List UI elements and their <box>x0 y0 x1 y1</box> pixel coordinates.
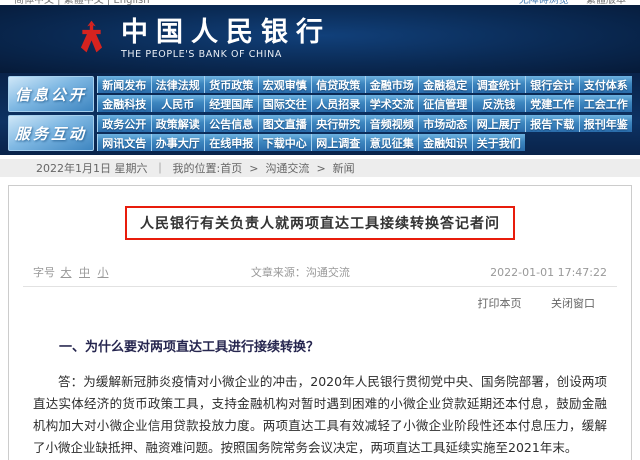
nav-item[interactable]: 关于我们 <box>472 134 526 151</box>
nav-section-services: 服务互动 政务公开政策解读公告信息图文直播央行研究音频视频市场动态网上展厅报告下… <box>8 115 632 151</box>
site-title-en: THE PEOPLE'S BANK OF CHINA <box>121 49 331 60</box>
article-meta-row: 字号 大 中 小 文章来源：沟通交流 2022-01-01 17:47:22 <box>33 264 607 280</box>
nav-item[interactable]: 支付体系 <box>579 76 633 93</box>
pboc-logo[interactable]: 中国人民银行 THE PEOPLE'S BANK OF CHINA <box>76 19 331 60</box>
nav-item[interactable]: 金融稳定 <box>418 76 472 93</box>
source-label: 文章来源： <box>251 266 306 279</box>
answer-paragraph-1: 答：为缓解新冠肺炎疫情对小微企业的冲击，2020年人民银行贯彻党中央、国务院部署… <box>33 371 607 459</box>
nav-row: 政务公开政策解读公告信息图文直播央行研究音频视频市场动态网上展厅报告下载报刊年鉴 <box>97 115 632 132</box>
nav-item[interactable]: 信贷政策 <box>311 76 365 93</box>
nav-item[interactable]: 金融知识 <box>418 134 472 151</box>
nav-item[interactable]: 宏观审慎 <box>258 76 312 93</box>
nav-item[interactable]: 网上调查 <box>311 134 365 151</box>
article-source: 文章来源：沟通交流 <box>251 264 350 280</box>
nav-item[interactable]: 征信管理 <box>418 95 472 112</box>
pboc-emblem-icon <box>76 20 107 58</box>
top-bar-left-links[interactable]: 简体中文 | 繁體中文 | English <box>14 0 150 5</box>
nav-item[interactable]: 图文直播 <box>258 115 312 132</box>
nav-item[interactable]: 货币政策 <box>204 76 258 93</box>
close-window-button[interactable]: 关闭窗口 <box>551 297 595 310</box>
font-size-small-button[interactable]: 小 <box>98 266 109 279</box>
nav-row: 新闻发布法律法规货币政策宏观审慎信贷政策金融市场金融稳定调查统计银行会计支付体系 <box>97 76 632 93</box>
nav-item[interactable]: 市场动态 <box>418 115 472 132</box>
font-size-medium-button[interactable]: 中 <box>79 266 90 279</box>
highlight-annotation-box: 人民银行有关负责人就两项直达工具接续转换答记者问 <box>125 206 515 240</box>
nav-item[interactable]: 学术交流 <box>365 95 419 112</box>
nav-item[interactable]: 意见征集 <box>365 134 419 151</box>
nav-item[interactable]: 党建工作 <box>525 95 579 112</box>
article-actions: 打印本页 关闭窗口 <box>9 295 631 311</box>
article-container: 人民银行有关负责人就两项直达工具接续转换答记者问 字号 大 中 小 文章来源：沟… <box>8 185 632 460</box>
top-utility-bar: 简体中文 | 繁體中文 | English 无障碍浏览 繁體版本 <box>0 0 640 5</box>
font-size-control: 字号 大 中 小 <box>33 264 111 280</box>
nav-item[interactable]: 网讯文告 <box>97 134 151 151</box>
current-date: 2022年1月1日 星期六 <box>36 160 148 176</box>
traditional-version-link[interactable]: 繁體版本 <box>586 0 626 5</box>
nav-item[interactable]: 网上展厅 <box>472 115 526 132</box>
nav-item[interactable]: 政务公开 <box>97 115 151 132</box>
breadcrumb-item-communication[interactable]: 沟通交流 <box>265 160 309 176</box>
nav-item[interactable]: 政策解读 <box>151 115 205 132</box>
site-title-cn: 中国人民银行 <box>121 19 331 46</box>
breadcrumb-separator: > <box>249 162 258 175</box>
breadcrumb-item-news[interactable]: 新闻 <box>333 160 355 176</box>
question-heading-1: 一、为什么要对两项直达工具进行接续转换？ <box>33 337 607 359</box>
nav-row: 金融科技人民币经理国库国际交往人员招录学术交流征信管理反洗钱党建工作工会工作 <box>97 95 632 112</box>
nav-label-information-disclosure[interactable]: 信息公开 <box>8 76 94 112</box>
nav-item[interactable]: 报刊年鉴 <box>579 115 633 132</box>
nav-item[interactable]: 新闻发布 <box>97 76 151 93</box>
nav-item[interactable]: 人民币 <box>151 95 205 112</box>
nav-item[interactable]: 银行会计 <box>525 76 579 93</box>
breadcrumb-separator: > <box>316 162 325 175</box>
nav-item[interactable]: 反洗钱 <box>472 95 526 112</box>
nav-item[interactable]: 央行研究 <box>311 115 365 132</box>
site-header: 中国人民银行 THE PEOPLE'S BANK OF CHINA <box>0 5 640 73</box>
nav-item[interactable]: 人员招录 <box>311 95 365 112</box>
accessibility-link[interactable]: 无障碍浏览 <box>519 0 569 5</box>
breadcrumb: 2022年1月1日 星期六 ｜ 我的位置:首页 > 沟通交流 > 新闻 <box>0 159 640 177</box>
nav-item[interactable]: 办事大厅 <box>151 134 205 151</box>
meta-divider <box>23 286 617 287</box>
nav-item[interactable]: 公告信息 <box>204 115 258 132</box>
nav-item[interactable]: 在线申报 <box>204 134 258 151</box>
source-value: 沟通交流 <box>306 266 350 279</box>
font-size-large-button[interactable]: 大 <box>61 266 72 279</box>
print-page-button[interactable]: 打印本页 <box>478 297 522 310</box>
breadcrumb-home-link[interactable]: 我的位置:首页 <box>173 160 243 176</box>
nav-item[interactable]: 经理国库 <box>204 95 258 112</box>
nav-item[interactable]: 报告下载 <box>525 115 579 132</box>
article-timestamp: 2022-01-01 17:47:22 <box>490 266 607 279</box>
main-navigation: 信息公开 新闻发布法律法规货币政策宏观审慎信贷政策金融市场金融稳定调查统计银行会… <box>0 73 640 155</box>
nav-item[interactable]: 国际交往 <box>258 95 312 112</box>
article-body: 一、为什么要对两项直达工具进行接续转换？ 答：为缓解新冠肺炎疫情对小微企业的冲击… <box>9 311 631 460</box>
nav-label-service-interaction[interactable]: 服务互动 <box>8 115 94 151</box>
nav-row: 网讯文告办事大厅在线申报下载中心网上调查意见征集金融知识关于我们 <box>97 134 632 151</box>
nav-item[interactable]: 金融市场 <box>365 76 419 93</box>
nav-section-information: 信息公开 新闻发布法律法规货币政策宏观审慎信贷政策金融市场金融稳定调查统计银行会… <box>8 76 632 112</box>
nav-item[interactable]: 法律法规 <box>151 76 205 93</box>
nav-item[interactable]: 下载中心 <box>258 134 312 151</box>
nav-item[interactable]: 工会工作 <box>579 95 633 112</box>
article-title: 人民银行有关负责人就两项直达工具接续转换答记者问 <box>140 216 500 232</box>
font-size-label: 字号 <box>33 266 55 279</box>
nav-item[interactable]: 调查统计 <box>472 76 526 93</box>
nav-item[interactable]: 金融科技 <box>97 95 151 112</box>
breadcrumb-divider: ｜ <box>155 160 166 176</box>
nav-item[interactable]: 音频视频 <box>365 115 419 132</box>
